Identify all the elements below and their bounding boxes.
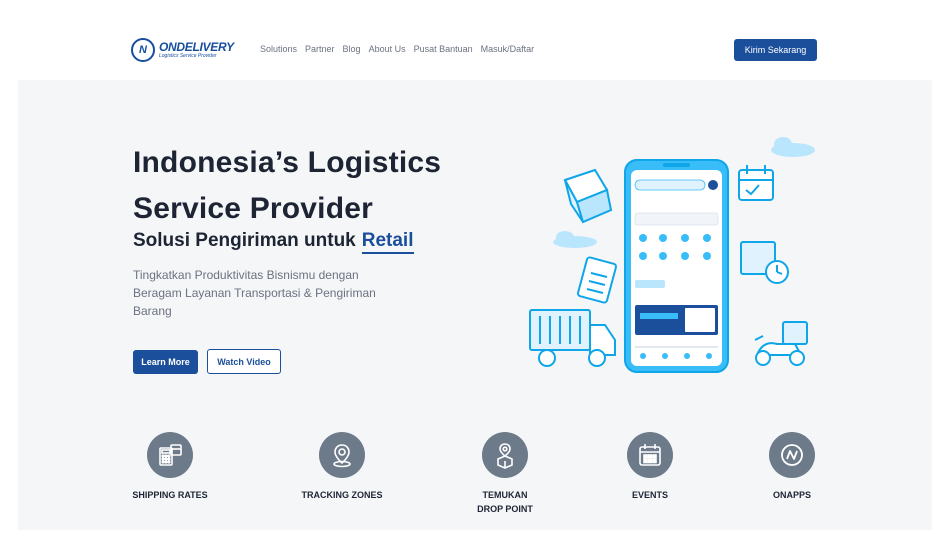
feature-label: TEMUKAN DROP POINT [477, 490, 533, 514]
feature-drop-point[interactable]: TEMUKAN DROP POINT [450, 432, 560, 516]
delivery-scooter-icon [754, 321, 808, 366]
calendar-icon [627, 432, 673, 478]
send-now-button[interactable]: Kirim Sekarang [734, 39, 817, 61]
hero-illustration [529, 137, 815, 373]
learn-more-button[interactable]: Learn More [133, 350, 198, 374]
menu-login-register[interactable]: Masuk/Daftar [481, 44, 535, 54]
onapps-logo-icon [769, 432, 815, 478]
feature-events[interactable]: EVENTS [595, 432, 705, 502]
menu-solutions[interactable]: Solutions [260, 44, 297, 54]
calculator-icon [147, 432, 193, 478]
brand-logo[interactable]: N ONDELIVERY Logistics Service Provider [131, 38, 234, 62]
feature-label: EVENTS [631, 490, 668, 500]
feature-tracking-zones[interactable]: TRACKING ZONES [287, 432, 397, 502]
feature-shipping-rates[interactable]: SHIPPING RATES [115, 432, 225, 502]
truck-icon [529, 309, 616, 367]
hero-title: Indonesia’s Logistics Service Provider [133, 146, 442, 225]
logo-tagline: Logistics Service Provider [159, 53, 217, 59]
logo-mark-icon: N [131, 38, 155, 62]
feature-label: SHIPPING RATES [132, 490, 208, 500]
hero-subtitle-highlight: Retail [361, 230, 414, 254]
feature-label: TRACKING ZONES [301, 490, 383, 500]
menu-partner[interactable]: Partner [305, 44, 335, 54]
package-box-icon [563, 168, 613, 224]
feature-onapps[interactable]: ONAPPS [737, 432, 847, 502]
menu-pusat-bantuan[interactable]: Pusat Bantuan [414, 44, 473, 54]
watch-video-button[interactable]: Watch Video [207, 349, 281, 374]
drop-point-icon [482, 432, 528, 478]
calendar-icon [738, 165, 774, 201]
phone-mockup [624, 159, 729, 373]
feature-label: ONAPPS [772, 490, 811, 500]
package-clock-icon [740, 241, 789, 284]
clipboard-icon [577, 256, 617, 304]
menu-blog[interactable]: Blog [343, 44, 361, 54]
logo-name: ONDELIVERY [159, 40, 234, 54]
hero-subtitle-prefix: Solusi Pengiriman untuk [133, 230, 356, 251]
hero-subtitle: Solusi Pengiriman untuk Retail [133, 230, 414, 254]
main-menu: Solutions Partner Blog About Us Pusat Ba… [260, 44, 534, 54]
menu-about-us[interactable]: About Us [369, 44, 406, 54]
location-pin-icon [319, 432, 365, 478]
hero-description: Tingkatkan Produktivitas Bisnismu dengan… [133, 268, 376, 318]
top-nav: N ONDELIVERY Logistics Service Provider … [0, 0, 950, 80]
